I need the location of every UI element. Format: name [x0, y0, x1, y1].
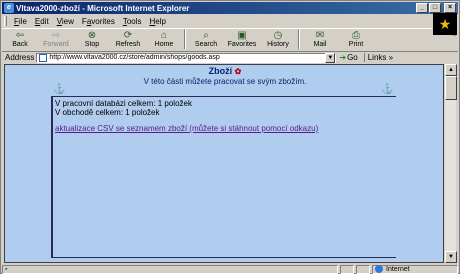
- toolbar-more-chevron[interactable]: »: [453, 29, 457, 38]
- anchor-right-icon: ⚓: [381, 84, 394, 95]
- history-button[interactable]: ◷ History: [260, 29, 296, 49]
- browser-window: e Vltava2000-zboží - Microsoft Internet …: [0, 0, 460, 274]
- menu-bar: File Edit View Favorites Tools Help: [2, 15, 458, 27]
- mail-icon: ✉: [315, 30, 325, 41]
- standard-toolbar: ⇦ Back ⇨ Forward ⊗ Stop ⟳ Refresh ⌂ Home…: [2, 28, 432, 50]
- workdb-count: V pracovní databázi celkem: 1 položek: [55, 99, 192, 108]
- address-input[interactable]: http://www.vltava2000.cz/store/admin/sho…: [36, 52, 337, 63]
- address-url: http://www.vltava2000.cz/store/admin/sho…: [49, 54, 220, 61]
- print-button[interactable]: ⎙ Print: [338, 29, 374, 49]
- vertical-scrollbar[interactable]: ▲ ▼: [444, 64, 457, 263]
- favorites-button[interactable]: ▣ Favorites: [224, 29, 260, 49]
- status-cell: [356, 264, 370, 274]
- status-text: ▪: [2, 264, 338, 274]
- ladybug-icon: ✿: [234, 67, 242, 76]
- back-button[interactable]: ⇦ Back: [2, 29, 38, 49]
- menu-edit[interactable]: Edit: [31, 17, 53, 26]
- history-icon: ◷: [273, 30, 283, 41]
- menu-help[interactable]: Help: [146, 17, 170, 26]
- status-cell: [340, 264, 354, 274]
- close-button[interactable]: ×: [444, 3, 456, 13]
- scroll-down-icon[interactable]: ▼: [445, 251, 457, 263]
- menu-view[interactable]: View: [53, 17, 78, 26]
- status-bar: ▪ Internet: [2, 264, 458, 274]
- panel-bottom-rule: [51, 257, 396, 258]
- search-button[interactable]: ⌕ Search: [188, 29, 224, 49]
- toolbar-separator: [298, 29, 300, 49]
- search-icon: ⌕: [203, 30, 209, 41]
- refresh-icon: ⟳: [123, 30, 133, 41]
- menu-favorites[interactable]: Favorites: [78, 17, 119, 26]
- page-subtitle: V této části můžete pracovat se svým zbo…: [143, 77, 307, 86]
- go-button[interactable]: ➔ Go: [339, 53, 357, 62]
- page-icon: [39, 53, 48, 62]
- address-label: Address: [5, 53, 35, 62]
- title-bar[interactable]: e Vltava2000-zboží - Microsoft Internet …: [2, 2, 458, 14]
- page-title: Zboží ✿: [208, 66, 242, 76]
- stop-button[interactable]: ⊗ Stop: [74, 29, 110, 49]
- anchor-left-icon: ⚓: [53, 84, 66, 95]
- refresh-button[interactable]: ⟳ Refresh: [110, 29, 146, 49]
- home-button[interactable]: ⌂ Home: [146, 29, 182, 49]
- home-icon: ⌂: [160, 30, 168, 41]
- menu-tools[interactable]: Tools: [119, 17, 146, 26]
- go-arrow-icon: ➔: [339, 53, 347, 62]
- internet-zone-icon: [375, 265, 383, 273]
- minimize-button[interactable]: _: [416, 3, 428, 13]
- maximize-button[interactable]: □: [429, 3, 441, 13]
- security-zone: Internet: [372, 264, 458, 274]
- stop-icon: ⊗: [87, 30, 97, 41]
- toolbar-separator: [184, 29, 186, 49]
- scroll-up-icon[interactable]: ▲: [445, 64, 457, 76]
- links-button[interactable]: Links »: [363, 53, 393, 62]
- page-viewport: Zboží ✿ V této části můžete pracovat se …: [4, 64, 444, 263]
- address-bar: Address http://www.vltava2000.cz/store/a…: [2, 51, 458, 63]
- forward-arrow-icon: ⇨: [51, 30, 61, 41]
- favorites-icon: ▣: [237, 30, 247, 41]
- shop-count: V obchodě celkem: 1 položek: [55, 108, 160, 117]
- forward-button[interactable]: ⇨ Forward: [38, 29, 74, 49]
- mail-button[interactable]: ✉ Mail: [302, 29, 338, 49]
- address-dropdown-icon[interactable]: ▼: [325, 52, 336, 63]
- printer-icon: ⎙: [352, 30, 360, 41]
- menu-grip[interactable]: [4, 16, 7, 26]
- csv-update-link[interactable]: aktualizace CSV se seznamem zboží (můžet…: [55, 124, 318, 133]
- scroll-thumb[interactable]: [445, 76, 457, 100]
- ie-logo-icon: e: [4, 3, 14, 13]
- menu-file[interactable]: File: [10, 17, 31, 26]
- window-title: Vltava2000-zboží - Microsoft Internet Ex…: [16, 3, 190, 13]
- back-arrow-icon: ⇦: [15, 30, 25, 41]
- done-page-icon: ▪: [5, 265, 8, 273]
- goods-panel: V pracovní databázi celkem: 1 položek V …: [51, 96, 396, 258]
